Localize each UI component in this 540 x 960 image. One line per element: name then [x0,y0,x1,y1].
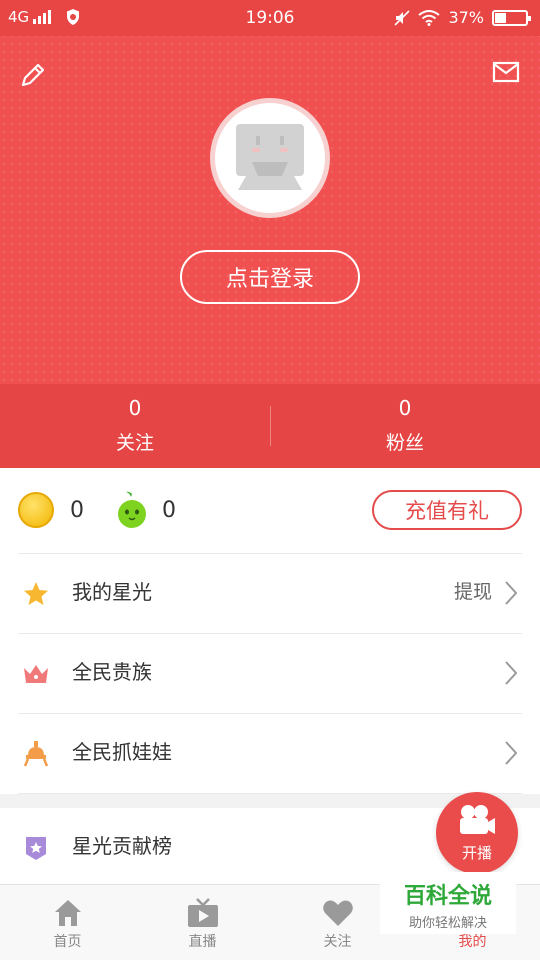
tab-live[interactable]: 直播 [135,885,270,960]
stats-divider [270,406,271,446]
coin-balance: 0 [70,498,84,523]
bean-balance: 0 [162,498,176,523]
tab-home[interactable]: 首页 [0,885,135,960]
login-button[interactable]: 点击登录 [180,250,360,304]
chevron-right-icon [505,741,518,765]
status-bar: 4G 19:06 37% [0,0,540,36]
fans-count: 0 [398,396,412,420]
claw-machine-icon [23,741,49,767]
home-icon [54,900,81,926]
mail-icon[interactable] [492,60,520,84]
following-count: 0 [128,396,142,420]
badge-icon [26,837,46,860]
tv-icon [187,898,218,927]
menu-item-label: 我的星光 [72,580,152,604]
star-icon [24,582,48,605]
watermark-title: 百科全说 [403,884,492,909]
go-live-button[interactable]: 开播 [436,792,518,874]
edit-icon[interactable] [18,60,48,90]
menu-item-label: 全民贵族 [72,660,152,684]
fans-label: 粉丝 [385,432,424,454]
video-camera-icon [460,805,495,834]
mute-icon [394,9,411,26]
battery-percent: 37% [448,8,484,27]
tab-label: 直播 [188,934,217,950]
following-stat[interactable]: 0 关注 [0,384,270,468]
chevron-right-icon [505,661,518,685]
tab-label: 关注 [323,934,352,950]
chevron-right-icon [505,581,518,605]
bean-icon [118,491,146,528]
menu-item-label: 星光贡献榜 [72,834,172,858]
avatar[interactable] [210,98,330,218]
status-icons: 37% [394,8,531,27]
menu-item-starlight[interactable]: 我的星光 提现 [18,554,522,634]
withdraw-link[interactable]: 提现 [454,577,492,604]
crown-icon [24,665,48,683]
heart-icon [322,900,353,926]
battery-icon [492,9,531,26]
following-label: 关注 [115,432,154,454]
tab-label: 我的 [458,934,487,950]
watermark-subtitle: 助你轻松解决 [408,916,487,931]
profile-header: 4G 19:06 37% 点击登录 0 关注 0 粉丝 [0,0,540,468]
recharge-button[interactable]: 充值有礼 [372,490,522,530]
wifi-icon [418,9,441,26]
wallet-row: 0 0 充值有礼 [18,468,522,554]
default-avatar-icon [236,124,304,190]
go-live-label: 开播 [461,844,492,862]
stats-bar: 0 关注 0 粉丝 [0,384,540,468]
coin-icon [18,492,54,528]
menu-item-nobility[interactable]: 全民贵族 [18,634,522,714]
menu-item-label: 全民抓娃娃 [72,740,172,764]
fans-stat[interactable]: 0 粉丝 [270,384,540,468]
watermark: 百科全说 助你轻松解决 [380,872,516,934]
tab-label: 首页 [53,934,82,950]
menu-item-claw-machine[interactable]: 全民抓娃娃 [18,714,522,794]
